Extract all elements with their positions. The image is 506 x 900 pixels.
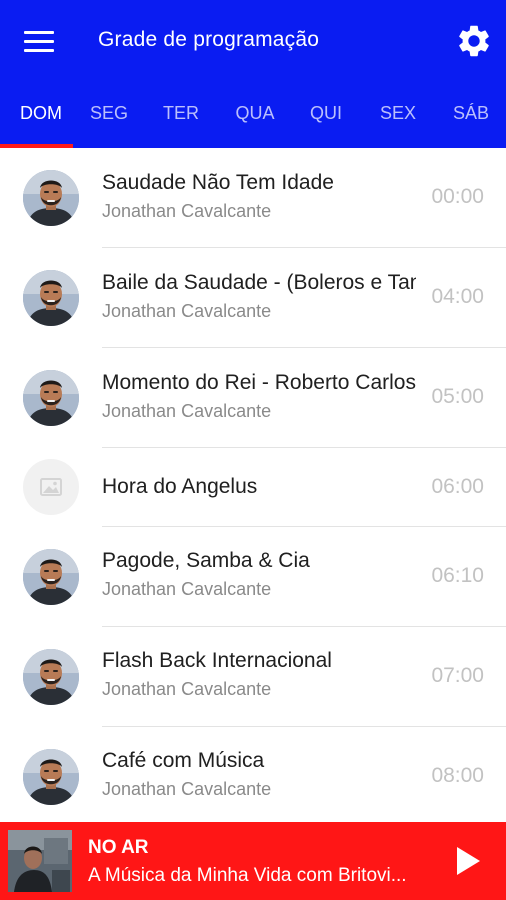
avatar — [23, 749, 79, 805]
program-time: 00:00 — [431, 185, 484, 208]
list-item[interactable]: Baile da Saudade - (Boleros e Tangos) Jo… — [0, 248, 506, 348]
program-time: 08:00 — [431, 764, 484, 787]
toolbar: Grade de programação — [0, 0, 506, 84]
now-playing-bar[interactable]: NO AR A Música da Minha Vida com Britovi… — [0, 822, 506, 900]
play-icon[interactable] — [452, 844, 484, 878]
now-playing-title: A Música da Minha Vida com Britovi... — [88, 865, 407, 886]
program-time: 05:00 — [431, 385, 484, 408]
tab-dom[interactable]: DOM — [0, 90, 82, 148]
avatar — [23, 549, 79, 605]
list-item[interactable]: Saudade Não Tem Idade Jonathan Cavalcant… — [0, 148, 506, 248]
program-title: Saudade Não Tem Idade — [102, 171, 334, 194]
avatar — [23, 170, 79, 226]
program-host: Jonathan Cavalcante — [102, 679, 272, 699]
tab-sex[interactable]: SEX — [367, 90, 429, 148]
tab-ter[interactable]: TER — [150, 90, 212, 148]
program-title: Hora do Angelus — [102, 475, 258, 498]
program-host: Jonathan Cavalcante — [102, 201, 272, 221]
hamburger-menu-icon[interactable] — [22, 28, 58, 56]
tab-seg[interactable]: SEG — [78, 90, 140, 148]
gear-icon[interactable] — [455, 22, 493, 60]
avatar — [23, 270, 79, 326]
tab-qua[interactable]: QUA — [224, 90, 286, 148]
program-title: Flash Back Internacional — [102, 649, 332, 672]
tab-qui[interactable]: QUI — [295, 90, 357, 148]
program-time: 04:00 — [431, 285, 484, 308]
tab-sab[interactable]: SÁB — [440, 90, 502, 148]
on-air-label: NO AR — [88, 837, 149, 858]
program-host: Jonathan Cavalcante — [102, 779, 272, 799]
program-time: 06:00 — [431, 475, 484, 498]
program-host: Jonathan Cavalcante — [102, 579, 272, 599]
avatar — [23, 649, 79, 705]
page-title: Grade de programação — [98, 28, 320, 51]
now-playing-thumbnail — [8, 830, 72, 892]
schedule-list: Saudade Não Tem Idade Jonathan Cavalcant… — [0, 148, 506, 822]
program-host: Jonathan Cavalcante — [102, 301, 272, 321]
list-item[interactable]: Pagode, Samba & Cia Jonathan Cavalcante … — [0, 527, 506, 627]
program-title: Pagode, Samba & Cia — [102, 549, 310, 572]
program-host: Jonathan Cavalcante — [102, 401, 272, 421]
list-item[interactable]: Flash Back Internacional Jonathan Cavalc… — [0, 627, 506, 727]
program-title: Café com Música — [102, 749, 265, 772]
program-time: 07:00 — [431, 664, 484, 687]
avatar — [23, 459, 79, 515]
program-title: Momento do Rei - Roberto Carlos — [102, 371, 416, 394]
list-item[interactable]: Café com Música Jonathan Cavalcante 08:0… — [0, 727, 506, 822]
avatar — [23, 370, 79, 426]
program-time: 06:10 — [431, 564, 484, 587]
list-item[interactable]: Momento do Rei - Roberto Carlos Jonathan… — [0, 348, 506, 448]
day-tabs: DOM SEG TER QUA QUI SEX SÁB — [0, 90, 506, 148]
list-item[interactable]: Hora do Angelus 06:00 — [0, 448, 506, 527]
program-title: Baile da Saudade - (Boleros e Tangos) — [102, 271, 416, 294]
app-bar: Grade de programação DOM SEG TER QUA QUI… — [0, 0, 506, 148]
image-placeholder-icon — [40, 478, 62, 496]
